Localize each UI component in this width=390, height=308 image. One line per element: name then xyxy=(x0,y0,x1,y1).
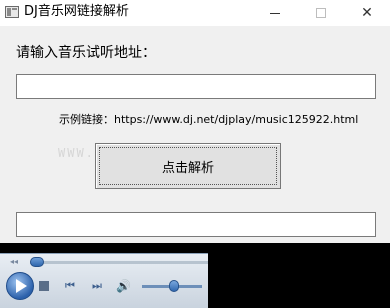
player-control-bar: ◂◂ ⏮ ⏭ 🔊 xyxy=(0,253,208,308)
play-button[interactable] xyxy=(6,272,34,300)
video-area xyxy=(208,243,390,308)
seek-bar[interactable] xyxy=(30,261,208,264)
previous-track-icon[interactable]: ⏮ xyxy=(63,280,77,292)
stop-icon[interactable] xyxy=(39,281,49,291)
maximize-button[interactable] xyxy=(298,0,344,26)
close-icon: ✕ xyxy=(361,5,373,21)
result-output-field[interactable] xyxy=(16,212,376,237)
minimize-icon xyxy=(270,12,280,14)
rewind-icon[interactable]: ◂◂ xyxy=(10,257,18,267)
maximize-icon xyxy=(316,8,326,18)
parse-button-label: 点击解析 xyxy=(161,160,214,176)
parse-button[interactable]: 点击解析 xyxy=(95,143,281,189)
title-bar: DJ音乐网链接解析 ✕ xyxy=(0,0,390,26)
window-title: DJ音乐网链接解析 xyxy=(24,4,129,19)
volume-icon[interactable]: 🔊 xyxy=(116,280,131,292)
close-button[interactable]: ✕ xyxy=(344,0,390,26)
app-icon xyxy=(5,6,19,18)
play-icon xyxy=(16,279,27,293)
seek-thumb[interactable] xyxy=(30,257,44,267)
next-track-icon[interactable]: ⏭ xyxy=(90,280,104,292)
url-prompt-label: 请输入音乐试听地址： xyxy=(16,45,156,61)
media-player: ◂◂ ⏮ ⏭ 🔊 xyxy=(0,243,390,308)
music-url-input[interactable] xyxy=(16,74,376,99)
example-link-text: 示例链接：https://www.dj.net/djplay/music1259… xyxy=(59,113,359,126)
minimize-button[interactable] xyxy=(252,0,298,26)
volume-thumb[interactable] xyxy=(169,280,179,292)
